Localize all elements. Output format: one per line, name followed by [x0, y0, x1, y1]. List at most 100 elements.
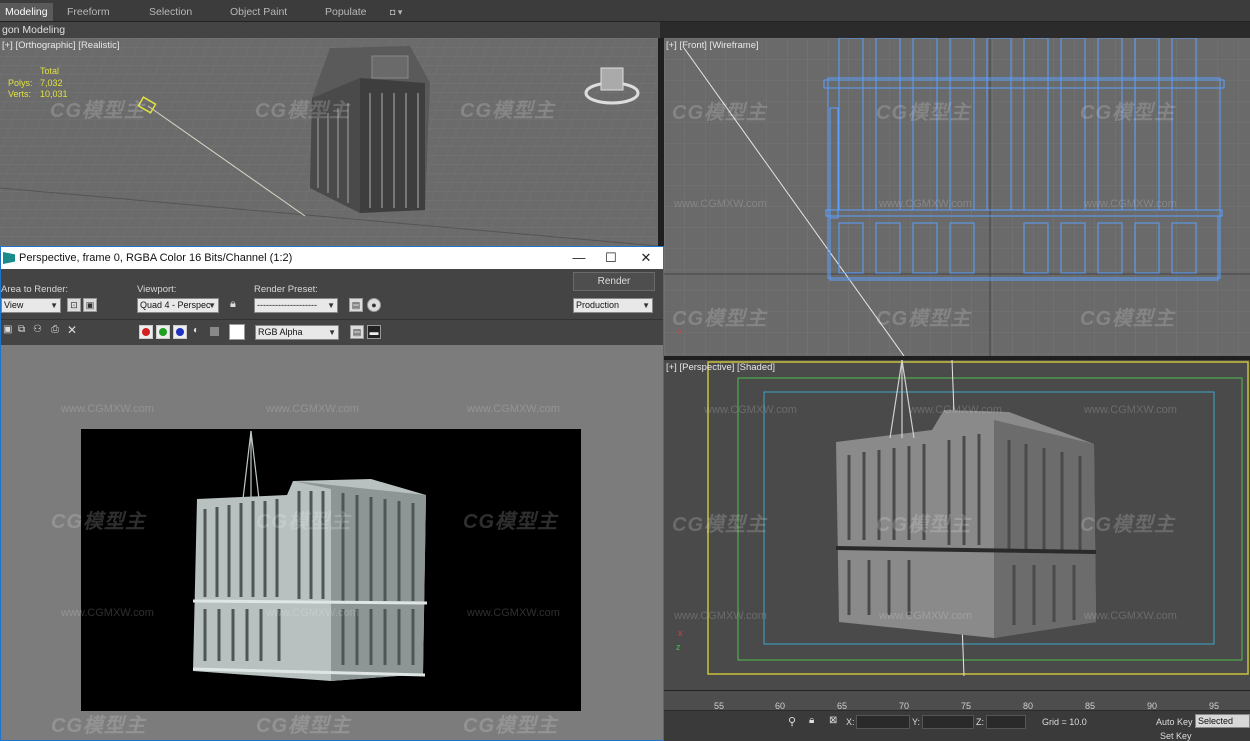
- z-coordinate-field[interactable]: [986, 715, 1026, 729]
- x-coordinate-field[interactable]: [856, 715, 910, 729]
- viewport-orthographic-label[interactable]: [+] [Orthographic] [Realistic]: [2, 40, 119, 51]
- channel-dropdown[interactable]: RGB Alpha ▼: [255, 325, 339, 340]
- timeline-tick: 60: [775, 701, 786, 711]
- tab-freeform[interactable]: Freeform: [67, 3, 110, 21]
- chevron-down-icon: ▼: [50, 301, 58, 310]
- viewport-label: Viewport:: [137, 284, 177, 295]
- green-channel-toggle[interactable]: [156, 325, 170, 339]
- watermark-logo: CG模型主: [50, 100, 145, 122]
- watermark-url: www.CGMXW.com: [1084, 198, 1177, 210]
- blue-channel-toggle[interactable]: [173, 325, 187, 339]
- timeline-tick: 80: [1023, 701, 1034, 711]
- render-window-title: Perspective, frame 0, RGBA Color 16 Bits…: [19, 252, 293, 264]
- edit-region-icon[interactable]: ⊡: [67, 298, 81, 312]
- watermark-logo: CG模型主: [51, 715, 146, 737]
- production-value: Production: [576, 300, 620, 310]
- timeline-tick: 95: [1209, 701, 1220, 711]
- watermark-url: www.CGMXW.com: [674, 198, 767, 210]
- watermark-url: www.CGMXW.com: [704, 404, 797, 416]
- tab-modeling[interactable]: Modeling: [0, 3, 53, 21]
- x-label: X:: [846, 717, 855, 727]
- clear-icon[interactable]: ✕: [67, 323, 77, 337]
- mono-toggle-icon[interactable]: [210, 327, 219, 336]
- render-window-titlebar[interactable]: Perspective, frame 0, RGBA Color 16 Bits…: [1, 247, 663, 269]
- viewport-perspective[interactable]: x z [+] [Perspective] [Shaded] www.CGMXW…: [664, 360, 1250, 690]
- render-setup-icon[interactable]: ▤: [349, 298, 363, 312]
- tab-object-paint[interactable]: Object Paint: [230, 3, 287, 21]
- pin-icon[interactable]: ⚲: [788, 715, 796, 728]
- svg-text:z: z: [676, 642, 681, 652]
- watermark-url: www.CGMXW.com: [266, 403, 359, 415]
- watermark-url: www.CGMXW.com: [61, 403, 154, 415]
- ribbon-options-icon[interactable]: ◘ ▾: [390, 3, 402, 21]
- watermark-url: www.CGMXW.com: [674, 610, 767, 622]
- chevron-down-icon: ▼: [642, 301, 650, 310]
- production-dropdown[interactable]: Production ▼: [573, 298, 653, 313]
- viewport-dropdown[interactable]: Quad 4 - Perspec ▼: [137, 298, 219, 313]
- chevron-down-icon: ▼: [208, 301, 216, 310]
- auto-key-button[interactable]: Auto Key: [1156, 717, 1193, 727]
- timeline-tick: 75: [961, 701, 972, 711]
- render-window-toolbar: Area to Render: View ▼ ⊡ ▣ Viewport: Quad…: [1, 269, 663, 345]
- viewport-perspective-label[interactable]: [+] [Perspective] [Shaded]: [666, 362, 775, 373]
- ribbon-subtitle: gon Modeling: [0, 22, 660, 38]
- tab-selection[interactable]: Selection: [149, 3, 192, 21]
- watermark-url: www.CGMXW.com: [1084, 610, 1177, 622]
- y-coordinate-field[interactable]: [922, 715, 974, 729]
- timeline-ruler[interactable]: 55 60 65 70 75 80 85 90 95: [664, 690, 1250, 711]
- key-filter-value: Selected: [1198, 716, 1234, 726]
- close-button[interactable]: ✕: [628, 247, 664, 269]
- watermark-logo: CG模型主: [1080, 102, 1175, 124]
- stats-verts-label: Verts:: [8, 89, 32, 99]
- watermark-url: www.CGMXW.com: [879, 198, 972, 210]
- render-preset-dropdown[interactable]: -------------------- ▼: [254, 298, 338, 313]
- watermark-url: www.CGMXW.com: [879, 610, 972, 622]
- watermark-url: www.CGMXW.com: [1084, 404, 1177, 416]
- auto-region-icon[interactable]: ▣: [83, 298, 97, 312]
- grid-size: Grid = 10.0: [1042, 717, 1087, 727]
- timeline-tick: 90: [1147, 701, 1158, 711]
- watermark-url: www.CGMXW.com: [61, 607, 154, 619]
- color-swatch[interactable]: [229, 324, 245, 340]
- chevron-down-icon: ▼: [328, 328, 336, 337]
- viewport-front[interactable]: x [+] [Front] [Wireframe] CG模型主 CG模型主 CG…: [664, 38, 1250, 356]
- orthographic-grid: [0, 38, 658, 246]
- timeline-tick: 85: [1085, 701, 1096, 711]
- watermark-url: www.CGMXW.com: [467, 403, 560, 415]
- display-channel-icon[interactable]: ▤: [350, 325, 364, 339]
- timeline-tick: 55: [714, 701, 725, 711]
- lock-icon[interactable]: 🔒︎: [230, 298, 242, 312]
- lock-selection-icon[interactable]: 🔒︎: [809, 715, 814, 726]
- render-preset-value: --------------------: [257, 300, 317, 310]
- red-channel-toggle[interactable]: [139, 325, 153, 339]
- area-to-render-value: View: [4, 300, 24, 310]
- watermark-logo: CG模型主: [460, 100, 555, 122]
- watermark-logo: CG模型主: [1080, 308, 1175, 330]
- toolbar-separator: [1, 319, 663, 320]
- render-frame-window: Perspective, frame 0, RGBA Color 16 Bits…: [0, 246, 664, 741]
- tab-populate[interactable]: Populate: [325, 3, 366, 21]
- area-to-render-dropdown[interactable]: View ▼: [1, 298, 61, 313]
- toggle-ui-icon[interactable]: ▬: [367, 325, 381, 339]
- maximize-button[interactable]: ☐: [593, 247, 629, 269]
- minimize-button[interactable]: —: [561, 247, 597, 269]
- watermark-logo: CG模型主: [256, 511, 351, 533]
- absolute-mode-icon[interactable]: ⊠: [829, 715, 837, 726]
- status-bar: ⚲ 🔒︎ ⊠ X: Y: Z: Grid = 10.0 Auto Key Sel…: [664, 711, 1250, 741]
- render-preset-label: Render Preset:: [254, 284, 318, 295]
- stats-polys-value: 7,032: [40, 78, 63, 88]
- timeline-tick: 70: [899, 701, 910, 711]
- viewport-value: Quad 4 - Perspec: [140, 300, 211, 310]
- environment-icon[interactable]: ●: [367, 298, 381, 312]
- watermark-logo: CG模型主: [876, 308, 971, 330]
- copy-image-icon[interactable]: ⧉: [18, 324, 25, 335]
- alpha-toggle-icon[interactable]: ◐: [193, 325, 199, 336]
- save-image-icon[interactable]: ▣: [3, 324, 12, 335]
- viewport-front-label[interactable]: [+] [Front] [Wireframe]: [666, 40, 759, 51]
- key-filter-dropdown[interactable]: Selected: [1195, 714, 1250, 728]
- clone-window-icon[interactable]: ⚇: [33, 324, 42, 335]
- set-key-button[interactable]: Set Key: [1160, 731, 1192, 741]
- viewport-orthographic[interactable]: [+] [Orthographic] [Realistic] Total Pol…: [0, 38, 658, 246]
- print-icon[interactable]: ⎙: [51, 324, 59, 335]
- render-button[interactable]: Render: [573, 272, 655, 291]
